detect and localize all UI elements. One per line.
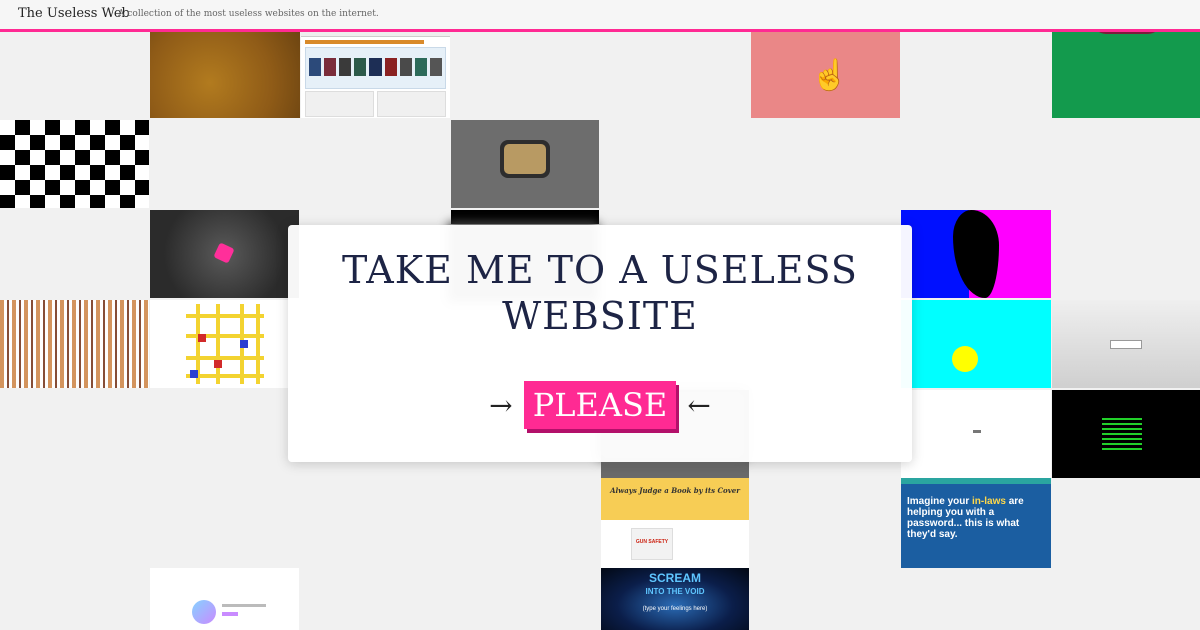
inlaws-highlight: in-laws xyxy=(972,496,1006,507)
tile-checkerboard xyxy=(0,120,149,208)
tile-white xyxy=(901,390,1051,478)
gun-safety-label: GUN SAFETY xyxy=(635,539,669,545)
site-title[interactable]: The Useless Web xyxy=(18,6,130,21)
tile-cyan-sun xyxy=(901,300,1051,388)
tile-green xyxy=(1052,30,1200,118)
scream-title: SCREAM xyxy=(648,571,701,585)
tile-face-silhouette xyxy=(901,210,1051,298)
inlaws-text-1: Imagine your xyxy=(907,496,973,507)
tile-silver-button xyxy=(1052,300,1200,388)
take-me-modal: TAKE ME TO A USELESS WEBSITE → PLEASE ← xyxy=(288,225,912,462)
tile-judge-book: Always Judge a Book by its Cover GUN SAF… xyxy=(601,478,749,568)
book-tile-title: Always Judge a Book by its Cover xyxy=(610,486,740,495)
tile-paper-texture xyxy=(150,30,300,118)
site-tagline: A collection of the most useless website… xyxy=(118,9,379,19)
right-arrow-icon: → xyxy=(489,388,513,422)
tile-zen xyxy=(150,568,299,630)
modal-heading: TAKE ME TO A USELESS WEBSITE xyxy=(342,248,858,338)
please-button[interactable]: PLEASE xyxy=(523,381,677,429)
tile-mondrian xyxy=(150,300,299,388)
tile-pink-cube xyxy=(150,210,299,298)
top-bar: The Useless Web A collection of the most… xyxy=(0,0,1200,32)
tile-scream-void: SCREAM INTO THE VOID (type your feelings … xyxy=(601,568,749,630)
tile-inlaws-password: Imagine your in-laws are helping you wit… xyxy=(901,478,1051,568)
cta-row: → PLEASE ← xyxy=(288,381,912,429)
tile-terminal xyxy=(1052,390,1200,478)
left-arrow-icon: ← xyxy=(687,388,711,422)
tile-gutenberg-page xyxy=(301,30,450,118)
tile-repeating-pattern xyxy=(0,300,149,388)
tile-pointing-hand: ☝ xyxy=(751,30,900,118)
scream-subtitle: INTO THE VOID xyxy=(645,587,705,596)
scream-prompt: (type your feelings here) xyxy=(642,606,708,612)
zen-logo xyxy=(192,600,216,624)
tile-ostrich-tv xyxy=(451,120,599,208)
pointing-hand-icon: ☝ xyxy=(811,58,849,93)
